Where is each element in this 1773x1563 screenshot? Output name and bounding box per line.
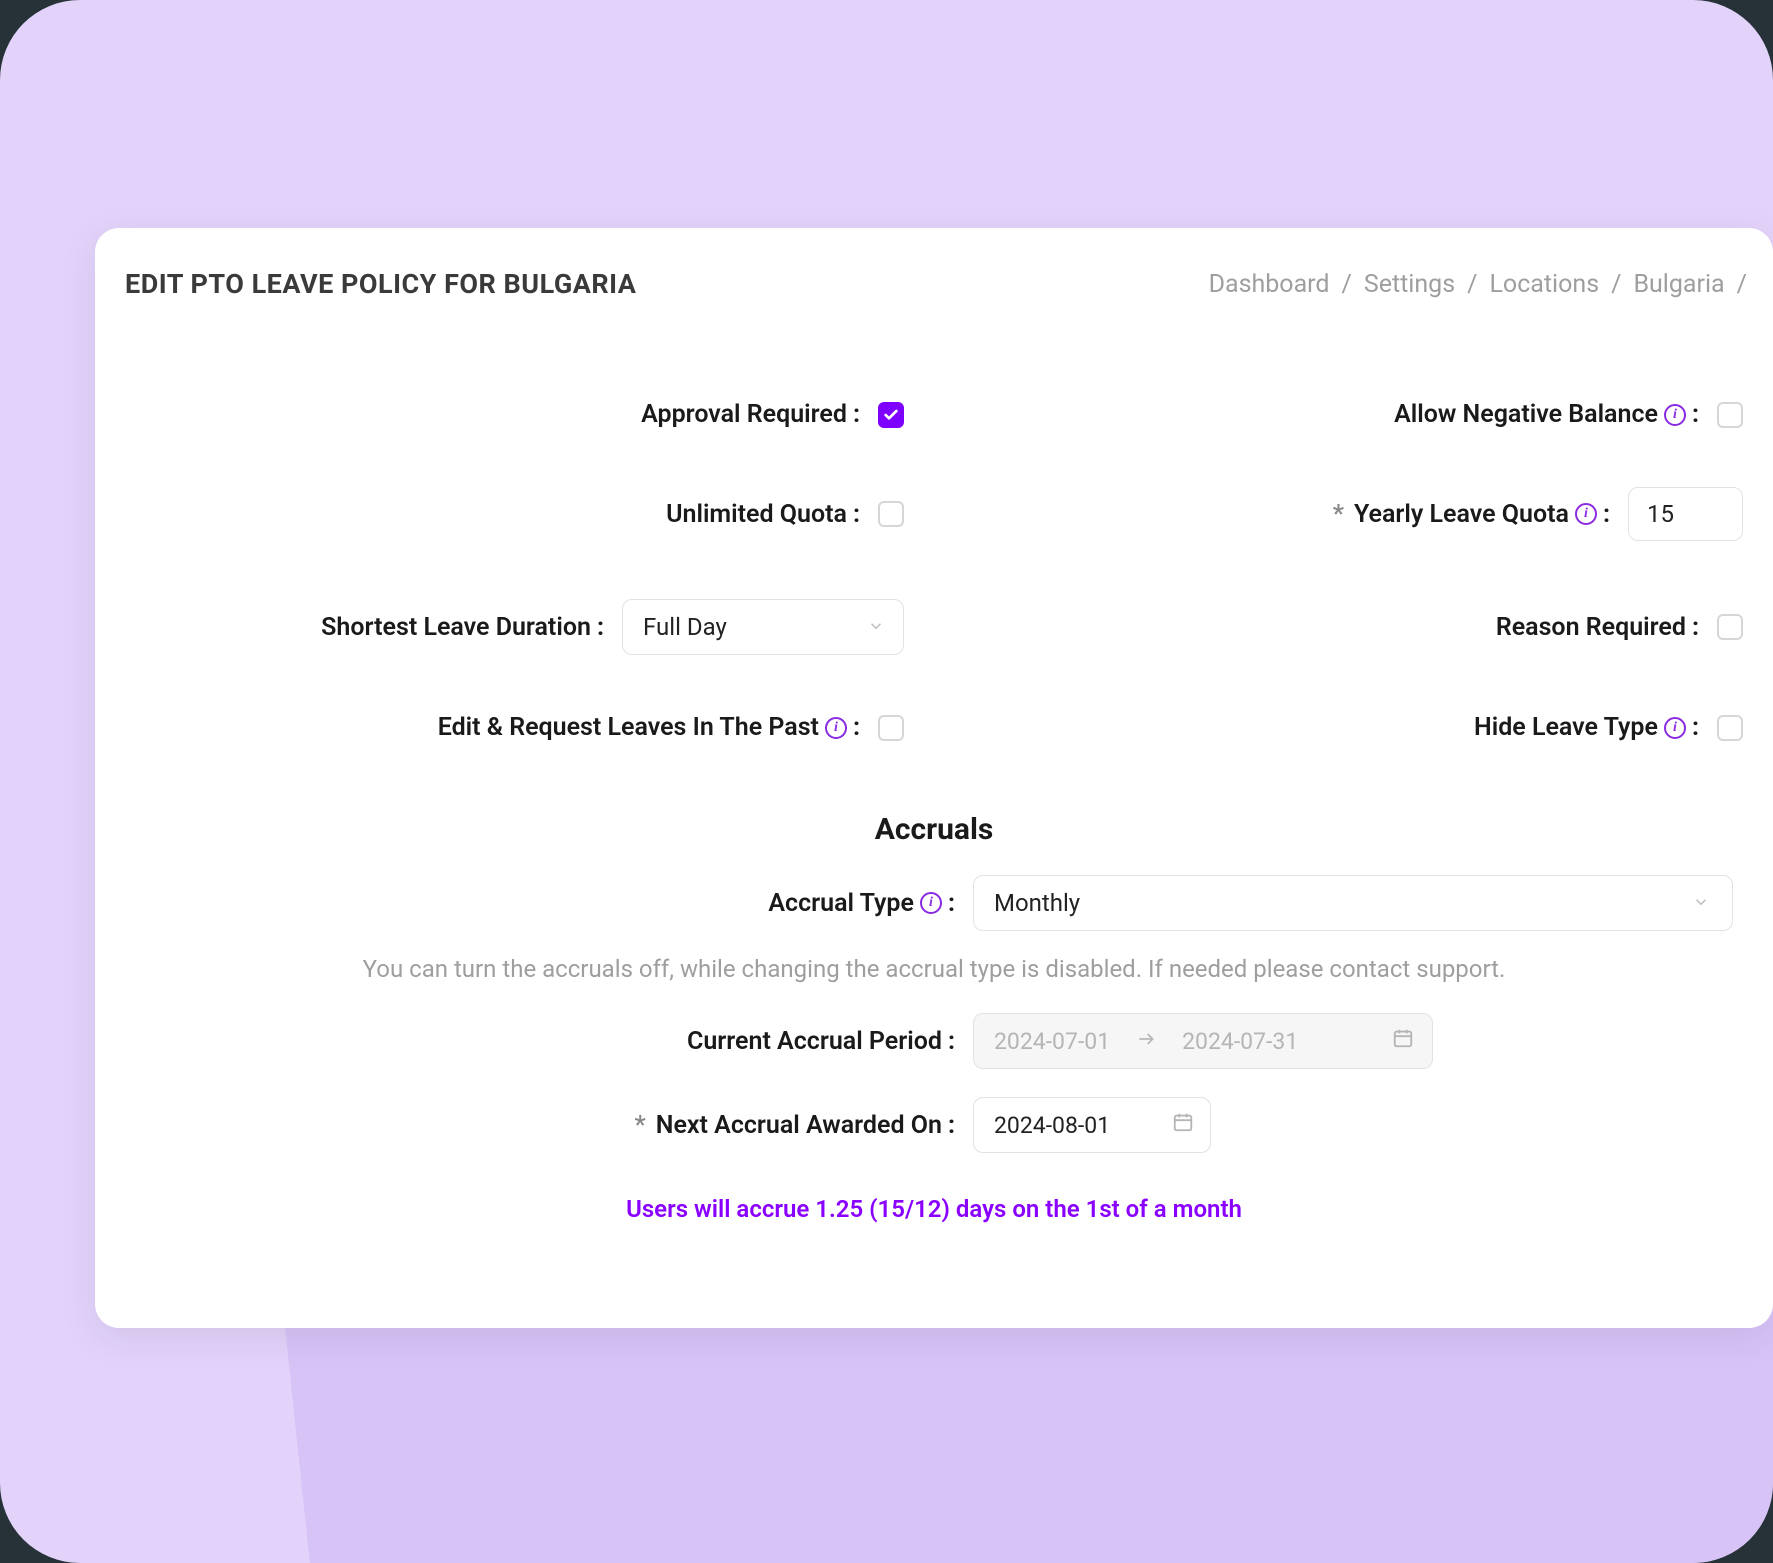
field-yearly-leave-quota: * Yearly Leave Quota i : 15 — [964, 487, 1743, 541]
checkbox-allow-negative-balance[interactable] — [1717, 402, 1743, 428]
label-approval-required: Approval Required: — [641, 400, 860, 429]
breadcrumb-item-settings[interactable]: Settings — [1364, 270, 1455, 299]
breadcrumb-item-dashboard[interactable]: Dashboard — [1209, 270, 1330, 299]
form-area: Approval Required: Allow Negative Balanc… — [95, 400, 1773, 742]
checkbox-edit-request-past[interactable] — [878, 715, 904, 741]
date-end: 2024-07-31 — [1182, 1028, 1298, 1055]
label-text: Reason Required — [1496, 613, 1686, 642]
label-text: Allow Negative Balance — [1394, 400, 1658, 429]
section-title-accruals: Accruals — [95, 812, 1773, 847]
label-accrual-type: Accrual Type i : — [125, 889, 955, 918]
label-text: Next Accrual Awarded On — [656, 1111, 942, 1140]
checkbox-approval-required[interactable] — [878, 402, 904, 428]
label-reason-required: Reason Required: — [1496, 613, 1699, 642]
field-hide-leave-type: Hide Leave Type i : — [964, 713, 1743, 742]
arrow-right-icon — [1136, 1028, 1156, 1055]
label-text: Yearly Leave Quota — [1354, 500, 1569, 529]
label-text: Edit & Request Leaves In The Past — [438, 713, 819, 742]
label-text: Accrual Type — [768, 889, 914, 918]
accruals-block: Accrual Type i : Monthly You can turn th… — [95, 875, 1773, 1223]
field-accrual-type: Accrual Type i : Monthly — [125, 875, 1743, 931]
info-icon[interactable]: i — [825, 717, 847, 739]
chevron-down-icon — [1692, 889, 1710, 917]
breadcrumb-item-bulgaria[interactable]: Bulgaria — [1633, 270, 1724, 299]
chevron-down-icon — [867, 613, 885, 641]
date-next-accrual-awarded[interactable]: 2024-08-01 — [973, 1097, 1211, 1153]
label-text: Approval Required — [641, 400, 847, 429]
select-value: Full Day — [643, 613, 727, 641]
checkbox-unlimited-quota[interactable] — [878, 501, 904, 527]
breadcrumb-sep: / — [1737, 270, 1747, 299]
label-text: Hide Leave Type — [1474, 713, 1658, 742]
breadcrumb-item-locations[interactable]: Locations — [1489, 270, 1599, 299]
accrue-note: Users will accrue 1.25 (15/12) days on t… — [125, 1195, 1743, 1223]
card-header: EDIT PTO LEAVE POLICY FOR BULGARIA Dashb… — [95, 268, 1773, 300]
accruals-hint: You can turn the accruals off, while cha… — [125, 949, 1743, 1013]
label-unlimited-quota: Unlimited Quota: — [666, 500, 860, 529]
info-icon[interactable]: i — [1664, 717, 1686, 739]
policy-card: EDIT PTO LEAVE POLICY FOR BULGARIA Dashb… — [95, 228, 1773, 1328]
background-panel: EDIT PTO LEAVE POLICY FOR BULGARIA Dashb… — [0, 0, 1773, 1563]
field-edit-request-past: Edit & Request Leaves In The Past i : — [125, 713, 904, 742]
label-text: Unlimited Quota — [666, 500, 847, 529]
field-allow-negative-balance: Allow Negative Balance i : — [964, 400, 1743, 429]
breadcrumb-sep: / — [1467, 270, 1477, 299]
calendar-icon — [1172, 1111, 1194, 1139]
page-title: EDIT PTO LEAVE POLICY FOR BULGARIA — [125, 268, 636, 300]
checkbox-hide-leave-type[interactable] — [1717, 715, 1743, 741]
field-next-accrual-awarded: * Next Accrual Awarded On: 2024-08-01 — [125, 1097, 1743, 1153]
field-unlimited-quota: Unlimited Quota: — [125, 487, 904, 541]
breadcrumb: Dashboard / Settings / Locations / Bulga… — [1209, 270, 1747, 299]
info-icon[interactable]: i — [920, 892, 942, 914]
field-approval-required: Approval Required: — [125, 400, 904, 429]
select-accrual-type[interactable]: Monthly — [973, 875, 1733, 931]
label-shortest-leave-duration: Shortest Leave Duration: — [321, 613, 604, 642]
label-current-accrual-period: Current Accrual Period: — [125, 1027, 955, 1056]
date-value: 2024-08-01 — [994, 1112, 1110, 1139]
daterange-current-accrual-period[interactable]: 2024-07-01 2024-07-31 — [973, 1013, 1433, 1069]
label-hide-leave-type: Hide Leave Type i : — [1474, 713, 1699, 742]
input-yearly-leave-quota[interactable]: 15 — [1628, 487, 1743, 541]
label-text: Shortest Leave Duration — [321, 613, 591, 642]
form-grid: Approval Required: Allow Negative Balanc… — [125, 400, 1743, 742]
breadcrumb-sep: / — [1611, 270, 1621, 299]
date-start: 2024-07-01 — [994, 1028, 1110, 1055]
field-current-accrual-period: Current Accrual Period: 2024-07-01 2024-… — [125, 1013, 1743, 1069]
input-value: 15 — [1647, 500, 1674, 528]
field-reason-required: Reason Required: — [964, 599, 1743, 655]
label-edit-request-past: Edit & Request Leaves In The Past i : — [438, 713, 860, 742]
required-asterisk: * — [635, 1111, 646, 1140]
check-icon — [883, 407, 899, 423]
select-shortest-leave-duration[interactable]: Full Day — [622, 599, 904, 655]
label-allow-negative-balance: Allow Negative Balance i : — [1394, 400, 1699, 429]
calendar-icon — [1392, 1027, 1414, 1055]
info-icon[interactable]: i — [1664, 404, 1686, 426]
label-next-accrual-awarded: * Next Accrual Awarded On: — [125, 1111, 955, 1140]
field-shortest-leave-duration: Shortest Leave Duration: Full Day — [125, 599, 904, 655]
label-yearly-leave-quota: * Yearly Leave Quota i : — [1333, 500, 1610, 529]
required-asterisk: * — [1333, 500, 1344, 529]
info-icon[interactable]: i — [1575, 503, 1597, 525]
checkbox-reason-required[interactable] — [1717, 614, 1743, 640]
select-value: Monthly — [994, 889, 1080, 917]
label-text: Current Accrual Period — [687, 1027, 942, 1056]
breadcrumb-sep: / — [1342, 270, 1352, 299]
